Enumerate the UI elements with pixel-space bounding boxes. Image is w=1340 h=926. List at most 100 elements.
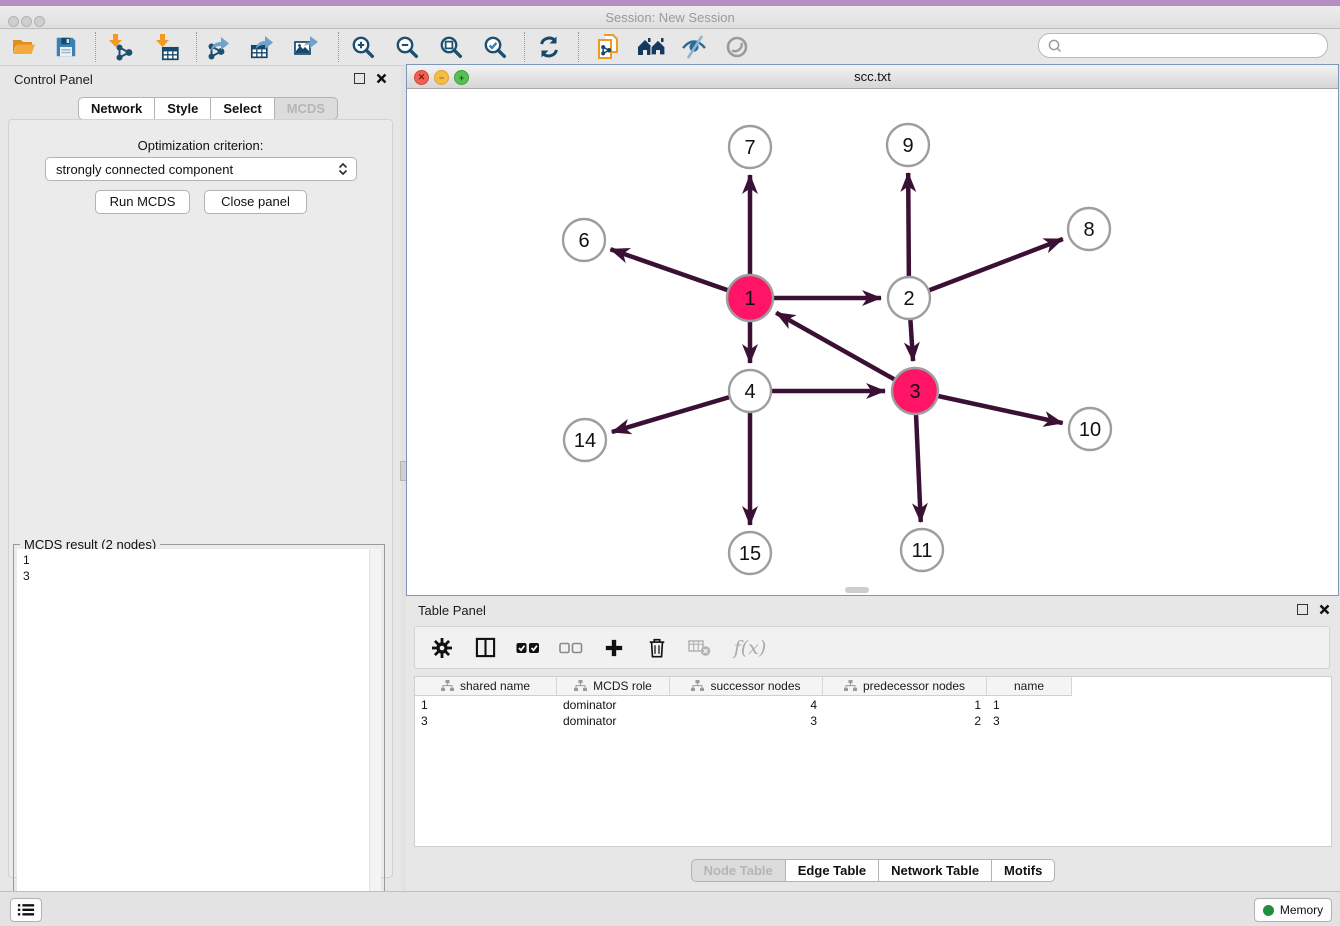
node-table: shared name MCDS role successor nodes pr… — [414, 676, 1332, 847]
mcds-result-value: 3 — [23, 568, 381, 584]
search-field[interactable] — [1038, 33, 1328, 58]
application-window: Session: New Session — [0, 0, 1340, 926]
graph-node-8[interactable]: 8 — [1068, 208, 1110, 250]
graph-node-1[interactable]: 1 — [727, 275, 773, 321]
mcds-panel: Optimization criterion: strongly connect… — [8, 119, 393, 878]
cell-shared-name: 1 — [415, 697, 557, 714]
tab-motifs[interactable]: Motifs — [992, 859, 1055, 882]
tab-network[interactable]: Network — [78, 97, 155, 120]
zoom-in-button[interactable] — [348, 33, 378, 61]
import-network-button[interactable] — [104, 33, 134, 61]
column-label: name — [1014, 679, 1044, 693]
zoom-fit-button[interactable] — [436, 33, 466, 61]
table-panel: Table Panel — [406, 597, 1340, 890]
cell-predecessor-nodes: 1 — [823, 697, 987, 714]
column-label: successor nodes — [710, 679, 800, 693]
column-header-predecessor-nodes[interactable]: predecessor nodes — [823, 677, 987, 696]
tab-network-table[interactable]: Network Table — [879, 859, 992, 882]
tab-mcds[interactable]: MCDS — [275, 97, 338, 120]
export-table-button[interactable] — [248, 33, 278, 61]
svg-text:4: 4 — [744, 381, 755, 403]
table-settings-button[interactable] — [429, 637, 455, 659]
mcds-result-box: MCDS result (2 nodes) 1 3 — [13, 544, 385, 916]
network-window-titlebar[interactable]: ✕ − + scc.txt — [407, 65, 1338, 89]
graph-node-4[interactable]: 4 — [729, 370, 771, 412]
table-tabs: Node Table Edge Table Network Table Moti… — [406, 859, 1340, 882]
hide-graphics-button[interactable] — [679, 33, 709, 61]
graph-node-2[interactable]: 2 — [888, 277, 930, 319]
open-folder-icon — [11, 34, 37, 60]
delete-table-button[interactable] — [687, 638, 713, 657]
export-image-button[interactable] — [292, 33, 322, 61]
import-network-icon — [105, 33, 133, 61]
column-header-mcds-role[interactable]: MCDS role — [557, 677, 670, 696]
show-column-panel-button[interactable] — [472, 637, 498, 658]
column-label: predecessor nodes — [863, 679, 965, 693]
close-panel-icon[interactable] — [376, 73, 387, 84]
svg-text:10: 10 — [1079, 419, 1101, 441]
toolbar-separator — [196, 32, 197, 62]
graph-node-14[interactable]: 14 — [564, 419, 606, 461]
search-input[interactable] — [1067, 38, 1327, 54]
criterion-dropdown[interactable]: strongly connected component — [45, 157, 357, 181]
graph-node-7[interactable]: 7 — [729, 126, 771, 168]
float-panel-icon[interactable] — [1297, 604, 1308, 615]
graph-node-15[interactable]: 15 — [729, 532, 771, 574]
apply-layout-button[interactable] — [534, 33, 564, 61]
run-mcds-button[interactable]: Run MCDS — [95, 190, 190, 214]
network-hscroll-thumb[interactable] — [845, 587, 869, 593]
select-all-button[interactable] — [515, 641, 541, 655]
memory-label: Memory — [1280, 903, 1323, 917]
export-network-button[interactable] — [205, 33, 235, 61]
delete-table-icon — [688, 638, 712, 657]
delete-column-button[interactable] — [644, 637, 670, 659]
tab-select[interactable]: Select — [211, 97, 274, 120]
task-history-button[interactable] — [10, 898, 42, 922]
network-graph[interactable]: 7 9 6 8 1 2 4 3 14 10 15 11 — [407, 89, 1336, 594]
clone-network-button[interactable] — [594, 33, 624, 61]
create-column-button[interactable] — [601, 638, 627, 658]
attribute-icon — [574, 680, 587, 692]
mcds-result-text[interactable]: 1 3 — [17, 549, 381, 912]
cell-mcds-role: dominator — [557, 697, 670, 714]
table-row[interactable]: 1 dominator 4 1 1 — [415, 697, 1072, 714]
import-table-button[interactable] — [151, 33, 181, 61]
toggle-bird-view-button[interactable] — [722, 33, 752, 61]
save-session-button[interactable] — [51, 33, 81, 61]
open-session-button[interactable] — [9, 33, 39, 61]
graph-node-10[interactable]: 10 — [1069, 408, 1111, 450]
function-builder-button[interactable]: f(x) — [730, 637, 770, 659]
zoom-in-icon — [350, 34, 377, 61]
tab-style[interactable]: Style — [155, 97, 211, 120]
memory-button[interactable]: Memory — [1254, 898, 1332, 922]
network-canvas[interactable]: 7 9 6 8 1 2 4 3 14 10 15 11 — [407, 89, 1336, 594]
graph-node-11[interactable]: 11 — [901, 529, 943, 571]
eye-slash-icon — [680, 34, 708, 60]
bird-view-icon — [724, 34, 750, 60]
table-panel-title: Table Panel — [418, 603, 486, 618]
graph-node-3[interactable]: 3 — [892, 368, 938, 414]
show-all-panels-button[interactable] — [637, 33, 667, 61]
close-panel-button[interactable]: Close panel — [204, 190, 307, 214]
mcds-result-scrollbar[interactable] — [369, 549, 381, 912]
column-header-name[interactable]: name — [987, 677, 1072, 696]
graph-edge-2-8[interactable] — [909, 239, 1063, 298]
columns-icon — [475, 637, 496, 658]
gear-icon — [431, 637, 453, 659]
table-row[interactable]: 3 dominator 3 2 3 — [415, 713, 1072, 730]
graph-node-6[interactable]: 6 — [563, 219, 605, 261]
tab-node-table[interactable]: Node Table — [691, 859, 786, 882]
svg-text:9: 9 — [902, 135, 913, 157]
zoom-out-button[interactable] — [392, 33, 422, 61]
close-panel-icon[interactable] — [1319, 604, 1330, 615]
deselect-all-button[interactable] — [558, 641, 584, 655]
zoom-selected-button[interactable] — [480, 33, 510, 61]
column-header-successor-nodes[interactable]: successor nodes — [670, 677, 823, 696]
criterion-dropdown-value: strongly connected component — [46, 162, 335, 177]
clone-network-icon — [595, 33, 623, 61]
graph-node-9[interactable]: 9 — [887, 124, 929, 166]
tab-edge-table[interactable]: Edge Table — [786, 859, 879, 882]
column-header-shared-name[interactable]: shared name — [415, 677, 557, 696]
float-panel-icon[interactable] — [354, 73, 365, 84]
app-title: Session: New Session — [0, 10, 1340, 25]
